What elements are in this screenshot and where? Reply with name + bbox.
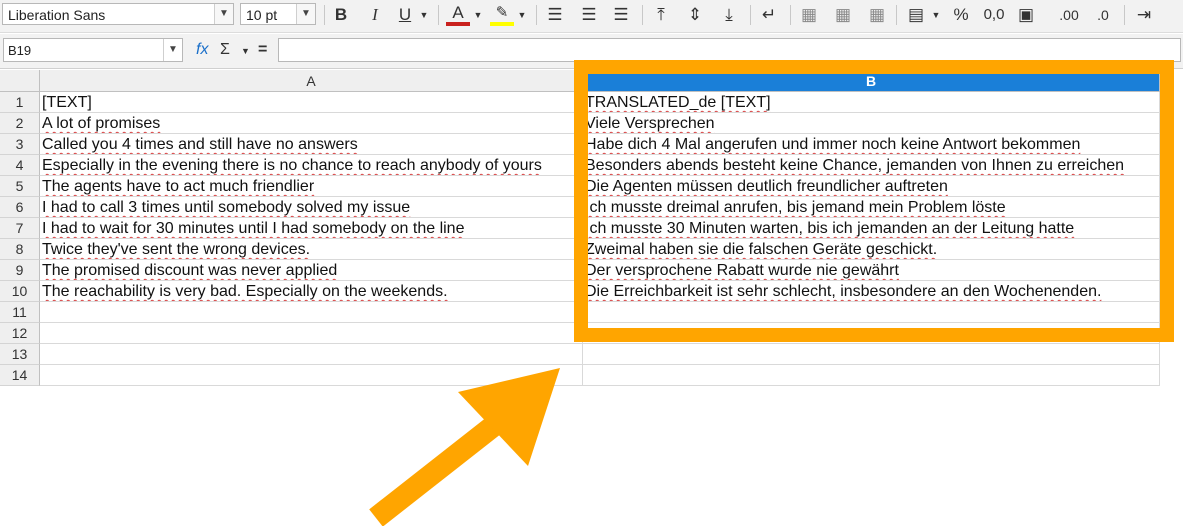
orange-arrow bbox=[369, 368, 560, 526]
arrow-shaft bbox=[369, 407, 513, 526]
